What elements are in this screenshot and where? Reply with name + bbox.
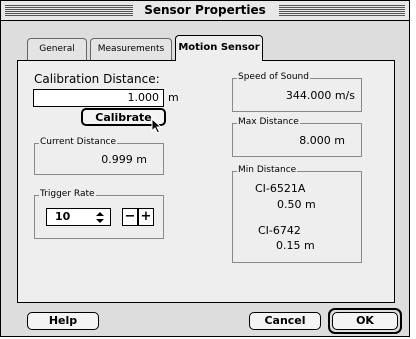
dialog-window: Sensor Properties General Measurements M… bbox=[0, 0, 410, 337]
calibration-unit: m bbox=[168, 91, 179, 104]
trigger-rate-label: Trigger Rate bbox=[39, 189, 96, 199]
calibration-distance-input[interactable]: 1.000 bbox=[33, 89, 164, 107]
window-title: Sensor Properties bbox=[138, 3, 272, 17]
min-distance-model-1: CI-6521A bbox=[255, 182, 306, 195]
speed-of-sound-value: 344.000 m/s bbox=[285, 89, 355, 102]
current-distance-value: 0.999 m bbox=[101, 153, 147, 166]
help-button[interactable]: Help bbox=[27, 312, 99, 330]
trigger-rate-decrement-button[interactable]: − bbox=[122, 208, 138, 226]
updown-arrows-icon bbox=[96, 212, 104, 223]
trigger-rate-increment-button[interactable]: + bbox=[138, 208, 154, 226]
max-distance-label: Max Distance bbox=[237, 117, 300, 127]
current-distance-label: Current Distance bbox=[39, 137, 118, 147]
cancel-button[interactable]: Cancel bbox=[249, 312, 321, 330]
trigger-rate-value: 10 bbox=[55, 210, 71, 223]
speed-of-sound-group: Speed of Sound 344.000 m/s bbox=[232, 72, 362, 112]
tab-measurements[interactable]: Measurements bbox=[90, 38, 172, 60]
tab-general[interactable]: General bbox=[27, 38, 87, 60]
mouse-pointer-icon bbox=[151, 118, 163, 134]
min-distance-value-2: 0.15 m bbox=[276, 239, 315, 252]
speed-of-sound-label: Speed of Sound bbox=[237, 72, 310, 82]
min-distance-model-2: CI-6742 bbox=[258, 224, 301, 237]
min-distance-label: Min Distance bbox=[237, 165, 298, 175]
min-distance-group: Min Distance CI-6521A 0.50 m CI-6742 0.1… bbox=[232, 165, 362, 263]
trigger-rate-select[interactable]: 10 bbox=[46, 208, 111, 226]
tab-motion-sensor[interactable]: Motion Sensor bbox=[175, 35, 263, 61]
current-distance-group: Current Distance 0.999 m bbox=[34, 137, 164, 175]
max-distance-value: 8.000 m bbox=[299, 134, 345, 147]
min-distance-value-1: 0.50 m bbox=[277, 198, 316, 211]
title-bar[interactable]: Sensor Properties bbox=[1, 1, 409, 21]
ok-button[interactable]: OK bbox=[332, 312, 398, 330]
calibration-distance-label: Calibration Distance: bbox=[34, 72, 160, 86]
max-distance-group: Max Distance 8.000 m bbox=[232, 117, 362, 157]
